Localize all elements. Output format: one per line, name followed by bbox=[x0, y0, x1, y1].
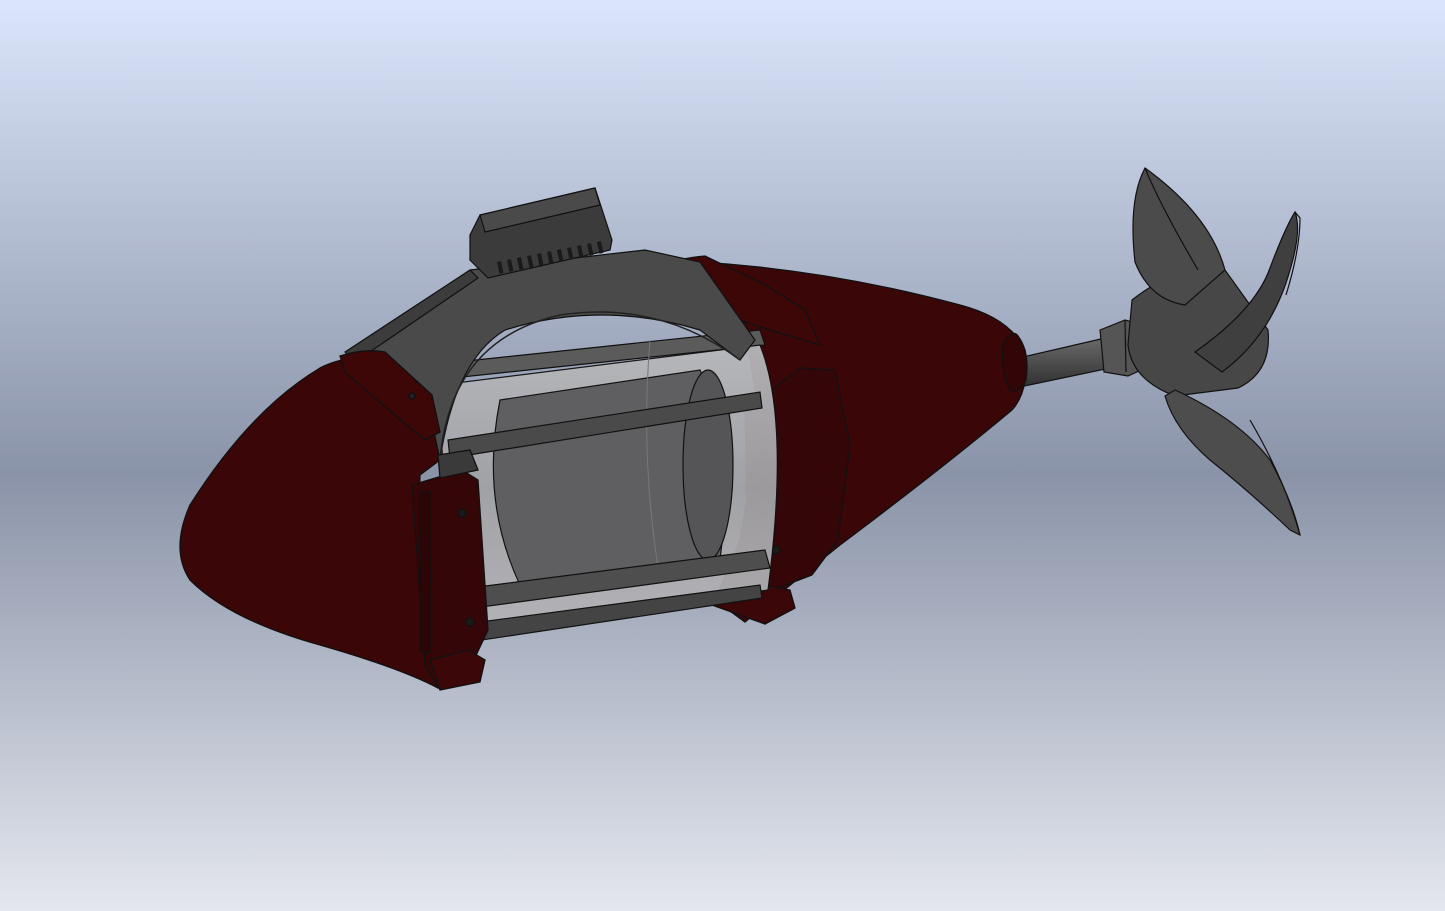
cad-viewport[interactable] bbox=[0, 0, 1445, 911]
cad-render bbox=[0, 0, 1445, 911]
